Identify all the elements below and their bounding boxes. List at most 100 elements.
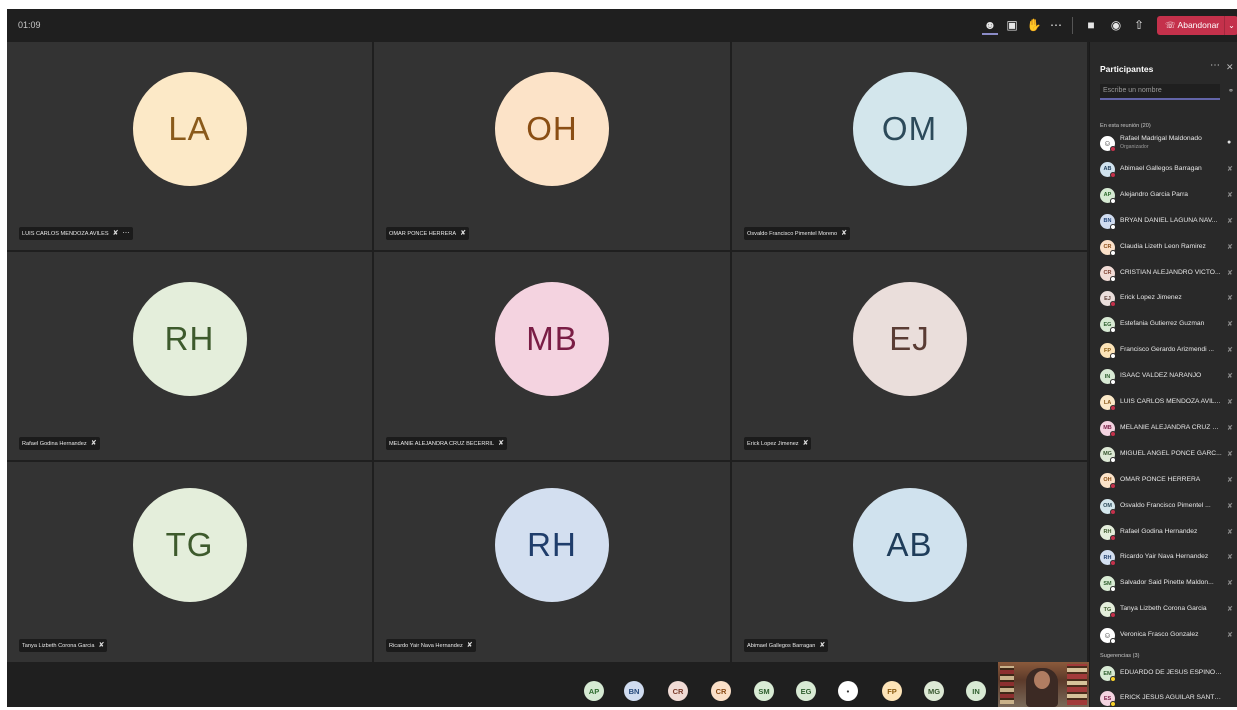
close-icon[interactable]: ✕ bbox=[1226, 62, 1234, 73]
overflow-participant-chip[interactable]: BN bbox=[624, 681, 644, 701]
chat-icon[interactable]: ▣ bbox=[1004, 17, 1020, 33]
participant-name-tag: Rafael Godina Hernandez ✘ bbox=[19, 437, 100, 450]
panel-more-icon[interactable]: ⋯ bbox=[1210, 60, 1220, 71]
mic-muted-icon: ✘ bbox=[1227, 295, 1233, 303]
video-tile[interactable]: EJ Erick Lopez Jimenez ✘ bbox=[732, 252, 1087, 460]
participant-avatar: MB bbox=[495, 282, 609, 396]
mic-muted-icon: ✘ bbox=[819, 642, 826, 649]
participant-name: Osvaldo Francisco Pimentel ... bbox=[1120, 501, 1211, 509]
participant-item[interactable]: LA LUIS CARLOS MENDOZA AVIL... ✘ bbox=[1100, 392, 1236, 414]
mic-muted-icon: ✘ bbox=[1227, 424, 1233, 432]
presence-status-icon bbox=[1110, 405, 1116, 411]
presence-status-icon bbox=[1110, 171, 1116, 178]
mic-muted-icon: ✘ bbox=[802, 440, 809, 447]
participant-item[interactable]: FP Francisco Gerardo Arizmendi ... ✘ bbox=[1100, 340, 1236, 362]
microphone-icon[interactable]: ◉ bbox=[1108, 17, 1124, 33]
overflow-participant-chip[interactable]: • bbox=[838, 681, 858, 701]
participant-name: BRYAN DANIEL LAGUNA NAV... bbox=[1120, 216, 1218, 224]
video-tile[interactable]: TG Tanya Lizbeth Corona Garcia ✘ bbox=[7, 462, 372, 662]
mic-muted-icon: ✘ bbox=[841, 230, 848, 237]
overflow-participant-chip[interactable]: IN bbox=[966, 681, 986, 701]
participant-name: LUIS CARLOS MENDOZA AVILES bbox=[22, 231, 109, 237]
participant-item[interactable]: TG Tanya Lizbeth Corona Garcia ✘ bbox=[1100, 599, 1236, 621]
microphone-icon: ● bbox=[1227, 139, 1232, 146]
participant-name: EDUARDO DE JESUS ESPINOSA D... bbox=[1120, 669, 1222, 676]
toolbar-divider bbox=[1072, 17, 1073, 34]
share-invite-icon[interactable]: ⚭ bbox=[1228, 87, 1234, 95]
participant-item[interactable]: CR Claudia Lizeth Leon Ramirez ✘ bbox=[1100, 237, 1236, 259]
presence-status-icon bbox=[1110, 638, 1116, 645]
presence-status-icon bbox=[1110, 197, 1116, 204]
overflow-participant-chip[interactable]: CR bbox=[668, 681, 688, 701]
video-tile[interactable]: RH Ricardo Yair Nava Hernandez ✘ bbox=[374, 462, 730, 662]
overflow-participant-chip[interactable]: CR bbox=[711, 681, 731, 701]
overflow-participant-chip[interactable]: MG bbox=[924, 681, 944, 701]
participants-icon[interactable]: ☻ bbox=[982, 17, 998, 35]
meeting-window: 01:09 ☻ ▣ ✋ ⋯ ■ ◉ ⇧ ☏ Abandonar ⌄ LA LUIS… bbox=[7, 9, 1237, 707]
participant-item[interactable]: ☺ Rafael Madrigal Maldonado Organizador ● bbox=[1100, 133, 1236, 155]
presence-status-icon bbox=[1110, 249, 1116, 256]
presence-status-icon bbox=[1110, 586, 1116, 593]
video-tile[interactable]: RH Rafael Godina Hernandez ✘ bbox=[7, 252, 372, 460]
participant-item[interactable]: IN ISAAC VALDEZ NARANJO ✘ bbox=[1100, 366, 1236, 388]
overflow-participant-chip[interactable]: EG bbox=[796, 681, 816, 701]
presence-status-icon bbox=[1110, 379, 1116, 386]
participant-name-tag: Osvaldo Francisco Pimentel Moreno ✘ bbox=[744, 227, 851, 240]
overflow-participant-chip[interactable]: FP bbox=[882, 681, 902, 701]
video-tile[interactable]: AB Abimael Gallegos Barragan ✘ bbox=[732, 462, 1087, 662]
camera-icon[interactable]: ■ bbox=[1083, 17, 1099, 33]
participant-item[interactable]: MB MELANIE ALEJANDRA CRUZ B... ✘ bbox=[1100, 418, 1236, 440]
mic-muted-icon: ✘ bbox=[1227, 632, 1233, 640]
presence-status-icon bbox=[1110, 327, 1116, 334]
participant-item[interactable]: SM Salvador Said Pinette Maldon... ✘ bbox=[1100, 573, 1236, 595]
mic-muted-icon: ✘ bbox=[1227, 347, 1233, 355]
participant-role: Organizador bbox=[1120, 144, 1149, 150]
raise-hand-icon[interactable]: ✋ bbox=[1026, 17, 1042, 33]
participant-item[interactable]: OH OMAR PONCE HERRERA ✘ bbox=[1100, 470, 1236, 492]
person-icon: • bbox=[846, 686, 850, 696]
overflow-participant-chip[interactable]: SM bbox=[754, 681, 774, 701]
participant-name: Abimael Gallegos Barragan bbox=[1120, 164, 1202, 172]
participant-item[interactable]: MG MIGUEL ANGEL PONCE GARC... ✘ bbox=[1100, 444, 1236, 466]
self-video-preview[interactable] bbox=[998, 662, 1089, 707]
suggestion-item[interactable]: EMEDUARDO DE JESUS ESPINOSA D... bbox=[1100, 663, 1236, 685]
participant-name: Ricardo Yair Nava Hernandez bbox=[389, 643, 463, 649]
mic-muted-icon: ✘ bbox=[1227, 165, 1233, 173]
panel-title: Participantes bbox=[1100, 64, 1154, 74]
participant-item[interactable]: AP Alejandro Garcia Parra ✘ bbox=[1100, 185, 1236, 207]
participant-item[interactable]: CR CRISTIAN ALEJANDRO VICTO... ✘ bbox=[1100, 263, 1236, 285]
participant-name-tag: LUIS CARLOS MENDOZA AVILES ✘ ⋯ bbox=[19, 227, 133, 240]
mic-muted-icon: ✘ bbox=[1227, 476, 1233, 484]
video-tile[interactable]: OM Osvaldo Francisco Pimentel Moreno ✘ bbox=[732, 42, 1087, 250]
presence-status-icon bbox=[1110, 612, 1116, 619]
participant-item[interactable]: EG Estefania Gutierrez Guzman ✘ bbox=[1100, 314, 1236, 336]
more-options-icon[interactable]: ⋯ bbox=[1048, 17, 1064, 33]
participant-name: Erick Lopez Jimenez bbox=[1120, 294, 1182, 302]
video-tile[interactable]: LA LUIS CARLOS MENDOZA AVILES ✘ ⋯ bbox=[7, 42, 372, 250]
share-screen-icon[interactable]: ⇧ bbox=[1131, 17, 1147, 33]
participant-item[interactable]: OM Osvaldo Francisco Pimentel ... ✘ bbox=[1100, 496, 1236, 518]
participant-avatar: OH bbox=[495, 72, 609, 186]
participant-item[interactable]: BN BRYAN DANIEL LAGUNA NAV... ✘ bbox=[1100, 211, 1236, 233]
participant-name: Rafael Godina Hernandez bbox=[1120, 527, 1198, 535]
participant-name: MELANIE ALEJANDRA CRUZ B... bbox=[1120, 423, 1222, 431]
tile-more-icon[interactable]: ⋯ bbox=[123, 227, 130, 240]
participant-name: LUIS CARLOS MENDOZA AVIL... bbox=[1120, 398, 1221, 405]
suggestions-section-label: Sugerencias (3) bbox=[1100, 653, 1140, 659]
participant-item[interactable]: RH Rafael Godina Hernandez ✘ bbox=[1100, 522, 1236, 544]
video-tile[interactable]: OH OMAR PONCE HERRERA ✘ bbox=[374, 42, 730, 250]
video-tile[interactable]: MB MELANIE ALEJANDRA CRUZ BECERRIL ✘ bbox=[374, 252, 730, 460]
video-grid: LA LUIS CARLOS MENDOZA AVILES ✘ ⋯ OH OMAR PON… bbox=[7, 42, 1089, 662]
leave-button[interactable]: ☏ Abandonar bbox=[1157, 16, 1224, 35]
search-input[interactable]: Escribe un nombre bbox=[1100, 84, 1220, 100]
presence-status-icon bbox=[1110, 560, 1116, 567]
participant-item[interactable]: EJ Erick Lopez Jimenez ✘ bbox=[1100, 288, 1236, 310]
participant-item[interactable]: ☺ Veronica Frasco Gonzalez ✘ bbox=[1100, 625, 1236, 647]
participant-item[interactable]: RH Ricardo Yair Nava Hernandez ✘ bbox=[1100, 547, 1236, 569]
overflow-participant-chip[interactable]: AP bbox=[584, 681, 604, 701]
mic-muted-icon: ✘ bbox=[1227, 580, 1233, 588]
leave-options-chevron-icon[interactable]: ⌄ bbox=[1224, 16, 1237, 35]
mic-muted-icon: ✘ bbox=[1227, 450, 1233, 458]
participant-item[interactable]: AB Abimael Gallegos Barragan ✘ bbox=[1100, 159, 1236, 181]
participant-name: Erick Lopez Jimenez bbox=[747, 441, 799, 447]
